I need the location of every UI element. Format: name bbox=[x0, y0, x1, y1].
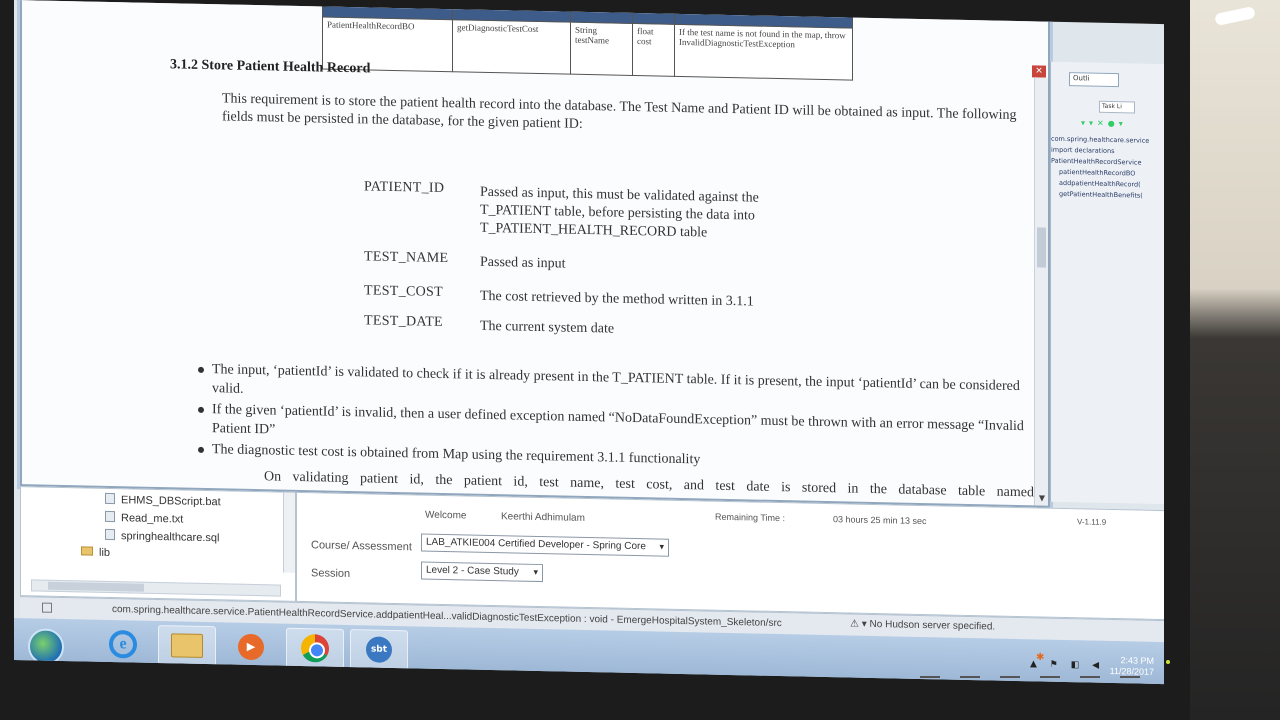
file-label: Read_me.txt bbox=[121, 512, 184, 526]
taskbar-explorer[interactable] bbox=[158, 625, 216, 667]
folder-icon bbox=[81, 546, 93, 556]
project-explorer: EHMS_DBScript.bat Read_me.txt springheal… bbox=[20, 486, 296, 602]
chrome-icon bbox=[301, 634, 329, 663]
version-label: V-1.11.9 bbox=[1077, 517, 1107, 527]
outline-tree: com.spring.healthcare.service import dec… bbox=[1051, 134, 1164, 202]
taskbar-sbt[interactable]: sbt bbox=[350, 629, 408, 671]
outline-item[interactable]: getPatientHealthBenefits( bbox=[1051, 189, 1164, 202]
field-description: Passed as input bbox=[480, 254, 566, 272]
screen: ✕ PatientHealthRecordBO getDiagnosticTes… bbox=[14, 0, 1164, 685]
taskbar-ie[interactable]: e bbox=[94, 624, 152, 665]
method-table-cell: getDiagnosticTestCost bbox=[452, 19, 571, 75]
project-scrollbar[interactable] bbox=[283, 492, 295, 573]
field-description: The cost retrieved by the method written… bbox=[480, 288, 754, 310]
start-button[interactable] bbox=[28, 628, 64, 666]
remaining-time-value: 03 hours 25 min 13 sec bbox=[833, 514, 927, 527]
field-name: TEST_COST bbox=[364, 283, 443, 300]
method-table-cell: If the test name is not found in the map… bbox=[674, 24, 853, 81]
bullet-dot bbox=[198, 366, 204, 373]
scrollbar-thumb[interactable] bbox=[48, 581, 144, 592]
field-description: The current system date bbox=[480, 318, 615, 337]
field-name: TEST_DATE bbox=[364, 313, 443, 330]
file-item[interactable]: Read_me.txt bbox=[105, 510, 184, 526]
hudson-status[interactable]: ⚠ ▾ No Hudson server specified. bbox=[850, 619, 995, 633]
tab-task-list[interactable]: Task Li bbox=[1099, 100, 1135, 114]
file-label: EHMS_DBScript.bat bbox=[121, 494, 221, 509]
field-description: Passed as input, this must be validated … bbox=[480, 184, 759, 241]
outline-toolbar-icons[interactable]: ▾▾✕●▾ bbox=[1081, 118, 1127, 128]
monitor-buttons bbox=[920, 670, 1160, 690]
internet-explorer-icon: e bbox=[109, 629, 137, 659]
file-icon bbox=[105, 510, 115, 523]
taskbar-media[interactable]: ▶ bbox=[222, 626, 280, 667]
file-icon bbox=[105, 492, 115, 505]
scrollbar-thumb[interactable] bbox=[1037, 227, 1046, 268]
assessment-panel: Welcome Keerthi Adhimulam Remaining Time… bbox=[296, 491, 1164, 621]
field-name: TEST_NAME bbox=[364, 249, 449, 267]
file-explorer-icon bbox=[171, 633, 203, 658]
file-item[interactable]: springhealthcare.sql bbox=[105, 528, 220, 545]
sbt-icon: sbt bbox=[366, 636, 392, 663]
media-player-icon: ▶ bbox=[238, 633, 264, 661]
folder-label: lib bbox=[99, 546, 111, 560]
hudson-status-text: No Hudson server specified. bbox=[869, 618, 996, 633]
course-label: Course/ Assessment bbox=[311, 539, 412, 554]
scroll-down-icon[interactable]: ▼ bbox=[1036, 491, 1048, 505]
session-label: Session bbox=[311, 567, 351, 581]
document-viewer-window: ✕ PatientHealthRecordBO getDiagnosticTes… bbox=[20, 0, 1050, 508]
session-select[interactable]: Level 2 - Case Study bbox=[421, 561, 543, 583]
tab-outline[interactable]: Outli bbox=[1069, 72, 1119, 88]
welcome-label: Welcome bbox=[425, 509, 467, 522]
intro-paragraph: This requirement is to store the patient… bbox=[222, 91, 1017, 132]
viewer-scrollbar[interactable]: ▼ bbox=[1034, 77, 1048, 506]
file-icon bbox=[105, 528, 115, 541]
monitor-logo-icon: ✱ bbox=[1036, 652, 1045, 663]
remaining-time-label: Remaining Time : bbox=[715, 511, 786, 524]
file-item[interactable]: EHMS_DBScript.bat bbox=[105, 492, 221, 509]
outline-panel: Outli Task Li ▾▾✕●▾ com.spring.healthcar… bbox=[1050, 61, 1164, 505]
file-label: springhealthcare.sql bbox=[121, 530, 220, 545]
close-icon[interactable]: ✕ bbox=[1032, 65, 1046, 78]
field-name: PATIENT_ID bbox=[364, 179, 445, 197]
course-select[interactable]: LAB_ATKIE004 Certified Developer - Sprin… bbox=[421, 533, 669, 557]
taskbar-chrome[interactable] bbox=[286, 627, 344, 669]
method-table-cell: String testName bbox=[570, 22, 633, 76]
method-table-row: PatientHealthRecordBO getDiagnosticTestC… bbox=[322, 16, 853, 81]
bullet-text: The input, ‘patientId’ is validated to c… bbox=[212, 362, 1020, 397]
status-icon bbox=[42, 602, 52, 613]
bullet-dot bbox=[198, 406, 204, 413]
method-table-cell: float cost bbox=[632, 23, 675, 77]
folder-item[interactable]: lib bbox=[81, 546, 110, 559]
project-hscrollbar[interactable] bbox=[31, 579, 281, 597]
clock-time: 2:43 PM bbox=[1120, 655, 1154, 666]
section-heading: 3.1.2 Store Patient Health Record bbox=[170, 57, 371, 77]
user-name: Keerthi Adhimulam bbox=[501, 511, 585, 524]
document-page: PatientHealthRecordBO getDiagnosticTestC… bbox=[22, 0, 1034, 507]
bullet-dot bbox=[198, 446, 204, 453]
room-background bbox=[1190, 0, 1280, 720]
power-led-icon bbox=[1166, 660, 1170, 664]
